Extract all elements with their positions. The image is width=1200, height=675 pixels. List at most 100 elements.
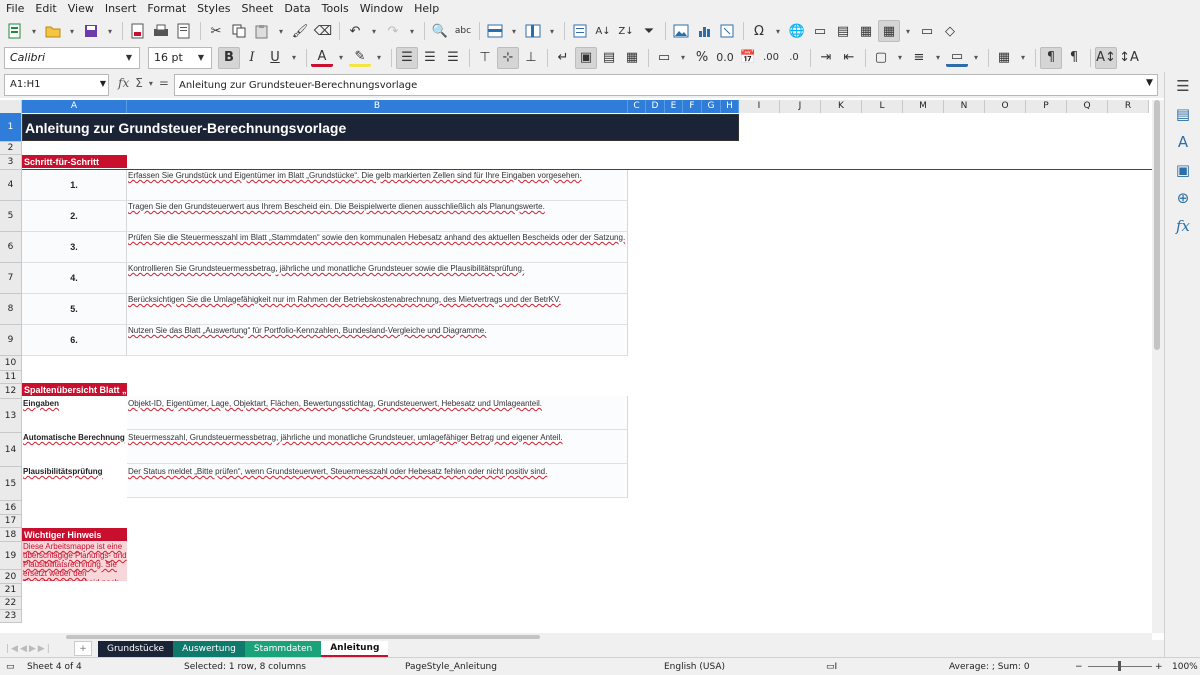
clone-formatting-icon[interactable]: 🖌: [289, 20, 311, 42]
overview-label[interactable]: Eingaben: [22, 396, 127, 430]
chevron-down-icon[interactable]: ▾: [405, 20, 419, 42]
date-format-icon[interactable]: 📅: [737, 47, 759, 69]
step-text[interactable]: Erfassen Sie Grundstück und Eigentümer i…: [127, 170, 628, 201]
row-header[interactable]: 15: [0, 467, 22, 501]
vertical-text-icon[interactable]: A↕: [1095, 46, 1117, 69]
row-header[interactable]: 21: [0, 584, 22, 597]
row-header[interactable]: 11: [0, 371, 22, 384]
properties-icon[interactable]: ▤: [1165, 100, 1200, 128]
notice-header[interactable]: Wichtiger Hinweis: [22, 528, 127, 541]
column-header[interactable]: D: [646, 100, 665, 113]
column-icon[interactable]: [522, 20, 544, 42]
overview-text[interactable]: Steuermesszahl, Grundsteuermessbetrag, j…: [127, 430, 628, 464]
expand-formula-bar-icon[interactable]: ▼: [1146, 78, 1153, 88]
freeze-rows-columns-icon[interactable]: ▦: [878, 20, 900, 42]
chevron-down-icon[interactable]: ▾: [274, 20, 288, 42]
menu-window[interactable]: Window: [354, 2, 408, 15]
paste-icon[interactable]: [251, 20, 273, 42]
special-character-icon[interactable]: Ω: [748, 20, 770, 42]
print-preview-icon[interactable]: [173, 20, 195, 42]
step-number[interactable]: 4.: [22, 263, 127, 294]
row-header[interactable]: 20: [0, 570, 22, 584]
sort-descending-icon[interactable]: Z↓: [615, 20, 637, 42]
column-header[interactable]: E: [665, 100, 683, 113]
step-text[interactable]: Tragen Sie den Grundsteuerwert aus Ihrem…: [127, 201, 628, 232]
row-header[interactable]: 5: [0, 201, 22, 232]
align-top-icon[interactable]: ⊤: [474, 47, 496, 69]
save-icon[interactable]: [80, 20, 102, 42]
selection-mode-icon[interactable]: ▭I: [826, 662, 837, 672]
menu-view[interactable]: View: [62, 2, 99, 15]
chevron-down-icon[interactable]: ▾: [65, 20, 79, 42]
page-style[interactable]: PageStyle_Anleitung: [405, 662, 497, 672]
menu-file[interactable]: File: [0, 2, 29, 15]
conditional-format-icon[interactable]: ▦: [993, 47, 1015, 69]
chevron-down-icon[interactable]: ▾: [676, 47, 690, 69]
menu-insert[interactable]: Insert: [99, 2, 142, 15]
sheet-tab[interactable]: Grundstücke: [98, 640, 174, 657]
notice-text[interactable]: Diese Arbeitsmappe ist eine überschlägig…: [22, 541, 127, 581]
border-style-icon[interactable]: ≡: [908, 47, 930, 69]
chevron-down-icon[interactable]: ▾: [771, 20, 785, 42]
font-size-combobox[interactable]: 16 pt ▼: [148, 46, 212, 69]
insert-image-icon[interactable]: [670, 20, 692, 42]
align-center-icon[interactable]: ☰: [419, 47, 441, 69]
menu-data[interactable]: Data: [278, 2, 315, 15]
row-header[interactable]: 6: [0, 232, 22, 263]
spelling-icon[interactable]: abc: [452, 20, 474, 42]
chevron-down-icon[interactable]: ▾: [372, 47, 386, 69]
print-icon[interactable]: [150, 20, 172, 42]
row-header[interactable]: 22: [0, 597, 22, 610]
align-left-icon[interactable]: ☰: [396, 46, 418, 69]
chevron-down-icon[interactable]: ▼: [119, 48, 139, 68]
formula-equals-icon[interactable]: =: [159, 76, 169, 90]
step-number[interactable]: 2.: [22, 201, 127, 232]
sort-icon[interactable]: [569, 20, 591, 42]
overview-text[interactable]: Der Status meldet „Bitte prüfen“, wenn G…: [127, 464, 628, 498]
column-header[interactable]: B: [127, 100, 628, 113]
find-replace-icon[interactable]: 🔍: [429, 20, 451, 42]
row-header[interactable]: 2: [0, 142, 22, 155]
menu-help[interactable]: Help: [408, 2, 444, 15]
menu-sheet[interactable]: Sheet: [236, 2, 279, 15]
navigator-icon[interactable]: ⊕: [1165, 184, 1200, 212]
number-format-icon[interactable]: 0.0: [714, 47, 736, 69]
column-header[interactable]: A: [22, 100, 127, 113]
sum-status[interactable]: Average: ; Sum: 0: [949, 662, 1030, 672]
spreadsheet-grid[interactable]: Anleitung zur Grundsteuer-Berechnungsvor…: [22, 113, 1152, 633]
decrease-indent-icon[interactable]: ⇤: [838, 47, 860, 69]
add-sheet-icon[interactable]: +: [74, 641, 92, 656]
column-header[interactable]: M: [903, 100, 944, 113]
chevron-down-icon[interactable]: ▼: [191, 48, 211, 68]
row-header[interactable]: 7: [0, 263, 22, 294]
menu-tools[interactable]: Tools: [316, 2, 354, 15]
tab-navigation-icon[interactable]: |◀◀▶▶|: [0, 644, 64, 654]
sheet-tab[interactable]: Stammdaten: [244, 640, 322, 657]
menu-format[interactable]: Format: [141, 2, 191, 15]
column-header[interactable]: N: [944, 100, 985, 113]
autofilter-icon[interactable]: ⏷: [638, 20, 660, 42]
chevron-down-icon[interactable]: ▾: [1016, 47, 1030, 69]
zoom-in-icon[interactable]: +: [1155, 662, 1163, 672]
column-header[interactable]: O: [985, 100, 1026, 113]
wrap-text-icon[interactable]: ↵: [552, 47, 574, 69]
steps-header[interactable]: Schritt-für-Schritt: [22, 155, 127, 168]
chevron-down-icon[interactable]: ▾: [901, 20, 915, 42]
comment-icon[interactable]: ▭: [809, 20, 831, 42]
unmerge-cells-icon[interactable]: ▦: [621, 47, 643, 69]
scrollbar-thumb[interactable]: [1154, 100, 1160, 350]
split-window-icon[interactable]: ▭: [916, 20, 938, 42]
bold-icon[interactable]: B: [218, 46, 240, 69]
step-text[interactable]: Nutzen Sie das Blatt „Auswertung“ für Po…: [127, 325, 628, 356]
column-header[interactable]: J: [780, 100, 821, 113]
column-header[interactable]: R: [1108, 100, 1149, 113]
row-header[interactable]: 8: [0, 294, 22, 325]
overview-text[interactable]: Objekt-ID, Eigentümer, Lage, Objektart, …: [127, 396, 628, 430]
text-flow-icon[interactable]: ↕A: [1118, 47, 1140, 69]
overview-label[interactable]: Plausibilitätsprüfung: [22, 464, 127, 498]
row-header[interactable]: 1: [0, 113, 22, 142]
row-header[interactable]: 13: [0, 399, 22, 433]
scrollbar-thumb[interactable]: [66, 635, 540, 639]
chevron-down-icon[interactable]: ▾: [931, 47, 945, 69]
borders-icon[interactable]: ▢: [870, 47, 892, 69]
